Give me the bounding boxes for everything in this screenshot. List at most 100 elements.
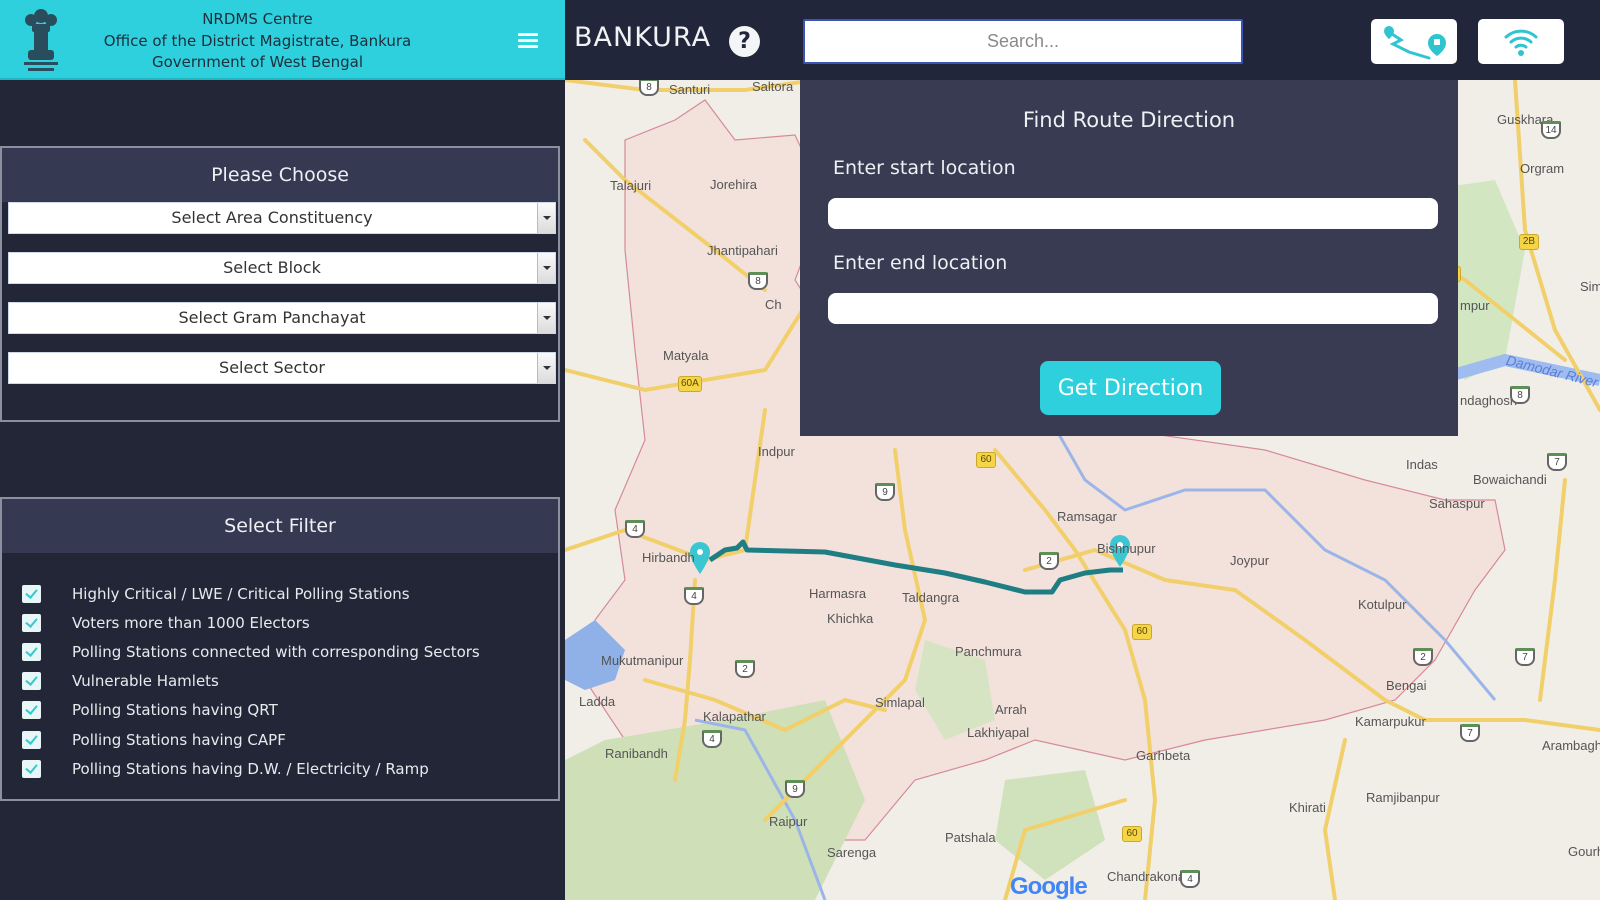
place-label: Harmasra bbox=[809, 586, 867, 601]
checkbox-checked-icon[interactable] bbox=[22, 613, 41, 632]
place-label: Indas bbox=[1406, 457, 1438, 472]
place-label: Lakhiyapal bbox=[967, 725, 1030, 740]
search-input[interactable] bbox=[803, 19, 1243, 64]
place-label: Sim bbox=[1580, 279, 1600, 294]
place-label: Arambagh bbox=[1542, 738, 1600, 753]
start-location-input[interactable] bbox=[828, 198, 1438, 229]
place-label: Jhantipahari bbox=[707, 243, 778, 258]
sidebar: Please Choose Select Area Constituency S… bbox=[0, 80, 565, 900]
google-logo[interactable]: Google bbox=[1010, 873, 1088, 900]
filter-item[interactable]: Polling Stations having QRT bbox=[2, 696, 558, 725]
brand-header: NRDMS Centre Office of the District Magi… bbox=[0, 0, 565, 80]
chevron-down-icon[interactable] bbox=[537, 203, 555, 233]
filter-label: Voters more than 1000 Electors bbox=[72, 613, 310, 632]
place-label: Bishnupur bbox=[1097, 541, 1156, 556]
place-label: Jorehira bbox=[710, 177, 757, 192]
place-label: Ch bbox=[765, 297, 782, 312]
route-panel-title: Find Route Direction bbox=[1022, 108, 1236, 132]
select-gram-panchayat[interactable]: Select Gram Panchayat bbox=[8, 302, 556, 334]
state-highway-badge: 60 bbox=[1122, 826, 1142, 842]
filter-item[interactable]: Polling Stations having D.W. / Electrici… bbox=[2, 754, 558, 783]
highway-shield: 2 bbox=[1413, 648, 1433, 666]
place-label: Kamarpukur bbox=[1355, 714, 1426, 729]
place-label: Kalapathar bbox=[703, 709, 766, 724]
place-label: Saltora bbox=[752, 80, 794, 94]
end-location-input[interactable] bbox=[828, 293, 1438, 324]
place-label: Matyala bbox=[663, 348, 709, 363]
filter-label: Polling Stations having CAPF bbox=[72, 730, 286, 749]
question-circle-icon[interactable]: ? bbox=[729, 26, 760, 57]
chevron-down-icon[interactable] bbox=[537, 353, 555, 383]
place-label: Bowaichandi bbox=[1473, 472, 1547, 487]
select-label: Select Gram Panchayat bbox=[178, 308, 366, 327]
end-location-label: Enter end location bbox=[833, 252, 1008, 274]
place-label: Kotulpur bbox=[1358, 597, 1407, 612]
wifi-icon bbox=[1504, 29, 1538, 56]
place-label: Taldangra bbox=[902, 590, 960, 605]
highway-shield: 4 bbox=[684, 587, 704, 605]
highway-shield: 4 bbox=[1180, 870, 1200, 888]
checkbox-checked-icon[interactable] bbox=[22, 759, 41, 778]
place-label: mpur bbox=[1460, 298, 1490, 313]
filter-label: Polling Stations connected with correspo… bbox=[72, 642, 480, 661]
filter-label: Polling Stations having D.W. / Electrici… bbox=[72, 759, 429, 778]
place-label: Arrah bbox=[995, 702, 1027, 717]
chevron-down-icon[interactable] bbox=[537, 303, 555, 333]
org-line-2: Office of the District Magistrate, Banku… bbox=[103, 31, 412, 50]
place-label: Joypur bbox=[1230, 553, 1270, 568]
highway-shield: 9 bbox=[875, 483, 895, 501]
state-highway-badge: 60 bbox=[1132, 624, 1152, 640]
app-root: NRDMS Centre Office of the District Magi… bbox=[0, 0, 1600, 900]
chevron-down-icon[interactable] bbox=[537, 253, 555, 283]
place-label: Orgram bbox=[1520, 161, 1565, 176]
checkbox-checked-icon[interactable] bbox=[22, 730, 41, 749]
place-label: Hirbandh bbox=[642, 550, 695, 565]
state-highway-badge: 60A bbox=[678, 376, 702, 392]
route-directions-button[interactable] bbox=[1371, 19, 1457, 64]
place-label: Chandrakona bbox=[1107, 869, 1186, 884]
filter-label: Vulnerable Hamlets bbox=[72, 672, 219, 691]
highway-shield: 2 bbox=[735, 660, 755, 678]
highway-shield: 7 bbox=[1515, 648, 1535, 666]
checkbox-checked-icon[interactable] bbox=[22, 584, 41, 603]
place-label: Talajuri bbox=[610, 178, 652, 193]
district-title: BANKURA bbox=[574, 22, 712, 53]
place-label: Khichka bbox=[827, 611, 874, 626]
checkbox-checked-icon[interactable] bbox=[22, 642, 41, 661]
find-route-panel: Find Route Direction Enter start locatio… bbox=[800, 80, 1458, 436]
please-choose-panel: Please Choose Select Area Constituency S… bbox=[0, 146, 560, 422]
wifi-button[interactable] bbox=[1478, 19, 1564, 64]
filter-item[interactable]: Highly Critical / LWE / Critical Polling… bbox=[2, 579, 558, 608]
select-label: Select Sector bbox=[219, 358, 325, 377]
select-sector[interactable]: Select Sector bbox=[8, 352, 556, 384]
filter-item[interactable]: Voters more than 1000 Electors bbox=[2, 608, 558, 637]
checkbox-checked-icon[interactable] bbox=[22, 701, 41, 720]
place-label: Ladda bbox=[579, 694, 616, 709]
place-label: Sahaspur bbox=[1429, 496, 1485, 511]
org-line-3: Government of West Bengal bbox=[151, 53, 364, 71]
checkbox-checked-icon[interactable] bbox=[22, 672, 41, 691]
place-label: Ramsagar bbox=[1057, 509, 1117, 524]
place-label: Panchmura bbox=[955, 644, 1022, 659]
state-highway-badge: 2B bbox=[1519, 234, 1539, 250]
place-label: Simlapal bbox=[875, 695, 925, 710]
filter-item[interactable]: Polling Stations connected with correspo… bbox=[2, 637, 558, 666]
get-direction-button[interactable]: Get Direction bbox=[1040, 361, 1221, 415]
select-area-constituency[interactable]: Select Area Constituency bbox=[8, 202, 556, 234]
place-label: ndaghosh bbox=[1460, 393, 1518, 408]
filter-item[interactable]: Polling Stations having CAPF bbox=[2, 725, 558, 754]
place-label: Garhbeta bbox=[1136, 748, 1191, 763]
hamburger-menu-icon[interactable] bbox=[518, 33, 538, 49]
highway-shield: 7 bbox=[1547, 453, 1567, 471]
place-label: Patshala bbox=[945, 830, 996, 845]
filter-item[interactable]: Vulnerable Hamlets bbox=[2, 667, 558, 696]
select-filter-panel: Select Filter Highly Critical / LWE / Cr… bbox=[0, 497, 560, 801]
place-label: Bengai bbox=[1386, 678, 1427, 693]
place-label: Ramjibanpur bbox=[1366, 790, 1440, 805]
place-label: Santuri bbox=[669, 82, 711, 97]
select-block[interactable]: Select Block bbox=[8, 252, 556, 284]
route-directions-icon bbox=[1384, 25, 1446, 59]
highway-shield: 4 bbox=[702, 730, 722, 748]
highway-shield: 8 bbox=[748, 272, 768, 290]
start-location-label: Enter start location bbox=[833, 157, 1016, 179]
